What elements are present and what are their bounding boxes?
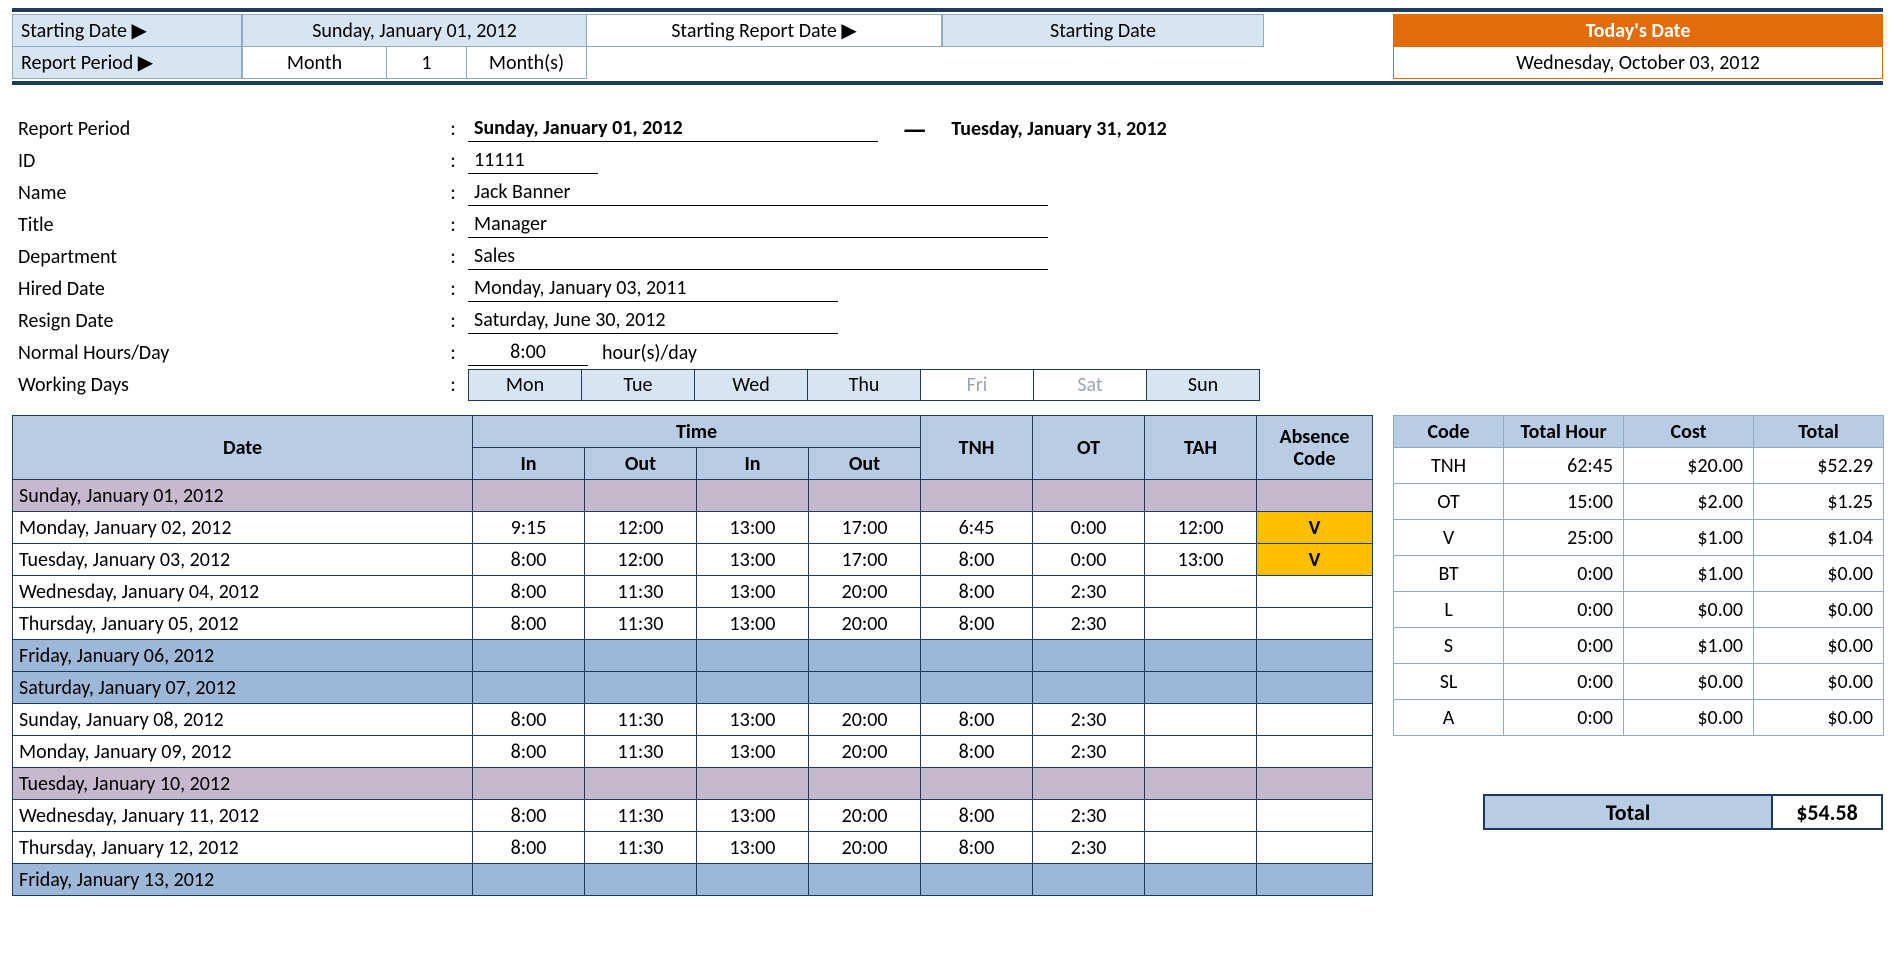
absence-cell[interactable]: [1257, 736, 1373, 768]
timesheet-table: Date Time TNH OT TAH Absence Code In Out…: [12, 415, 1373, 896]
summary-table: Code Total Hour Cost Total TNH62:45$20.0…: [1393, 415, 1884, 704]
summary-row: S0:00$1.00$0.00: [1394, 628, 1884, 664]
starting-report-label: Starting Report Date ▶: [587, 14, 942, 47]
info-normal-hours-value: 8:00: [468, 340, 588, 366]
dash-icon: —: [902, 112, 927, 147]
table-row: Tuesday, January 03, 20128:0012:0013:001…: [13, 544, 1373, 576]
summary-row: V25:00$1.00$1.04: [1394, 520, 1884, 556]
absence-cell[interactable]: V: [1257, 544, 1373, 576]
report-period-end: Tuesday, January 31, 2012: [951, 117, 1166, 141]
info-resign-value: Saturday, June 30, 2012: [468, 308, 838, 334]
th-total: Total: [1754, 416, 1884, 448]
grand-total-label: Total: [1483, 794, 1773, 830]
info-title-label: Title: [18, 213, 438, 237]
th-cost: Cost: [1624, 416, 1754, 448]
th-out2: Out: [809, 448, 921, 480]
absence-cell[interactable]: [1257, 800, 1373, 832]
absence-cell[interactable]: [1257, 768, 1373, 800]
absence-cell[interactable]: [1257, 480, 1373, 512]
table-row: Friday, January 06, 2012: [13, 640, 1373, 672]
absence-cell[interactable]: [1257, 576, 1373, 608]
th-in2: In: [697, 448, 809, 480]
working-day-thu[interactable]: Thu: [807, 369, 921, 401]
starting-date-value[interactable]: Sunday, January 01, 2012: [242, 14, 587, 47]
working-day-mon[interactable]: Mon: [468, 369, 582, 401]
th-absence: Absence Code: [1257, 416, 1373, 480]
summary-row: BT0:00$1.00$0.00: [1394, 556, 1884, 592]
info-report-period-label: Report Period: [18, 117, 438, 141]
absence-cell[interactable]: [1257, 608, 1373, 640]
summary-row: L0:00$0.00$0.00: [1394, 592, 1884, 628]
table-row: Saturday, January 07, 2012: [13, 672, 1373, 704]
summary-row: TNH62:45$20.00$52.29: [1394, 448, 1884, 484]
table-row: Friday, January 13, 2012: [13, 864, 1373, 896]
absence-cell[interactable]: [1257, 832, 1373, 864]
info-colon: :: [438, 117, 468, 141]
info-hired-label: Hired Date: [18, 277, 438, 301]
table-row: Thursday, January 05, 20128:0011:3013:00…: [13, 608, 1373, 640]
summary-row: A0:00$0.00$0.00: [1394, 700, 1884, 736]
table-row: Sunday, January 01, 2012: [13, 480, 1373, 512]
table-row: Thursday, January 12, 20128:0011:3013:00…: [13, 832, 1373, 864]
info-name-label: Name: [18, 181, 438, 205]
absence-cell[interactable]: [1257, 864, 1373, 896]
th-in1: In: [473, 448, 585, 480]
table-row: Tuesday, January 10, 2012: [13, 768, 1373, 800]
info-normal-hours-label: Normal Hours/Day: [18, 341, 438, 365]
table-row: Wednesday, January 04, 20128:0011:3013:0…: [13, 576, 1373, 608]
summary-row: SL0:00$0.00$0.00: [1394, 664, 1884, 700]
th-total-hour: Total Hour: [1504, 416, 1624, 448]
grand-total-value: $54.58: [1773, 794, 1883, 830]
working-day-tue[interactable]: Tue: [581, 369, 695, 401]
report-period-suffix: Month(s): [467, 47, 587, 79]
th-time: Time: [473, 416, 921, 448]
th-tah: TAH: [1145, 416, 1257, 480]
info-hired-value: Monday, January 03, 2011: [468, 276, 838, 302]
working-day-sat[interactable]: Sat: [1033, 369, 1147, 401]
working-day-fri[interactable]: Fri: [920, 369, 1034, 401]
th-out1: Out: [585, 448, 697, 480]
table-row: Sunday, January 08, 20128:0011:3013:0020…: [13, 704, 1373, 736]
report-period-start: Sunday, January 01, 2012: [468, 116, 878, 142]
absence-cell[interactable]: [1257, 640, 1373, 672]
table-row: Monday, January 02, 20129:1512:0013:0017…: [13, 512, 1373, 544]
todays-date-value: Wednesday, October 03, 2012: [1393, 47, 1883, 79]
table-row: Wednesday, January 11, 20128:0011:3013:0…: [13, 800, 1373, 832]
info-department-value: Sales: [468, 244, 1048, 270]
report-period-unit[interactable]: Month: [242, 47, 387, 79]
info-resign-label: Resign Date: [18, 309, 438, 333]
th-ot: OT: [1033, 416, 1145, 480]
th-code: Code: [1394, 416, 1504, 448]
absence-cell[interactable]: V: [1257, 512, 1373, 544]
info-name-value: Jack Banner: [468, 180, 1048, 206]
report-period-label[interactable]: Report Period ▶: [12, 47, 242, 79]
th-date: Date: [13, 416, 473, 480]
absence-cell[interactable]: [1257, 704, 1373, 736]
todays-date-label: Today's Date: [1393, 14, 1883, 47]
report-period-count[interactable]: 1: [387, 47, 467, 79]
info-working-days-label: Working Days: [18, 373, 438, 397]
table-row: Monday, January 09, 20128:0011:3013:0020…: [13, 736, 1373, 768]
info-id-value: 11111: [468, 148, 598, 174]
working-day-wed[interactable]: Wed: [694, 369, 808, 401]
info-title-value: Manager: [468, 212, 1048, 238]
starting-report-value[interactable]: Starting Date: [942, 14, 1264, 47]
working-day-sun[interactable]: Sun: [1146, 369, 1260, 401]
info-id-label: ID: [18, 149, 438, 173]
starting-date-label[interactable]: Starting Date ▶: [12, 14, 242, 47]
summary-row: OT15:00$2.00$1.25: [1394, 484, 1884, 520]
info-normal-hours-suffix: hour(s)/day: [602, 341, 697, 365]
absence-cell[interactable]: [1257, 672, 1373, 704]
info-department-label: Department: [18, 245, 438, 269]
th-tnh: TNH: [921, 416, 1033, 480]
